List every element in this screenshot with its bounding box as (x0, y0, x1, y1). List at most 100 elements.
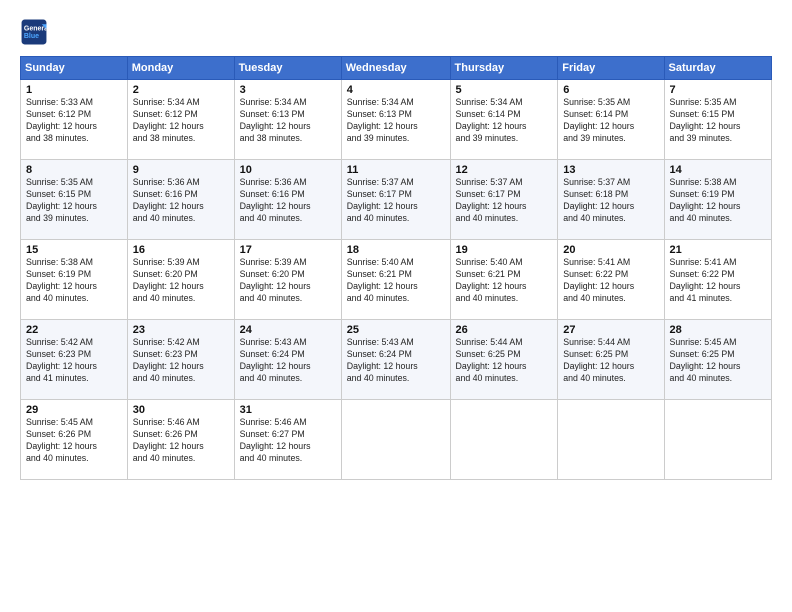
col-header-monday: Monday (127, 57, 234, 80)
day-info: Sunrise: 5:33 AM Sunset: 6:12 PM Dayligh… (26, 97, 123, 145)
day-number: 15 (26, 244, 123, 256)
calendar-week-2: 8Sunrise: 5:35 AM Sunset: 6:15 PM Daylig… (21, 160, 772, 240)
calendar-body: 1Sunrise: 5:33 AM Sunset: 6:12 PM Daylig… (21, 80, 772, 480)
col-header-wednesday: Wednesday (341, 57, 450, 80)
day-number: 11 (347, 164, 446, 176)
calendar-cell: 19Sunrise: 5:40 AM Sunset: 6:21 PM Dayli… (450, 240, 558, 320)
day-number: 1 (26, 84, 123, 96)
day-info: Sunrise: 5:41 AM Sunset: 6:22 PM Dayligh… (670, 257, 768, 305)
col-header-thursday: Thursday (450, 57, 558, 80)
day-number: 27 (563, 324, 659, 336)
calendar-table: SundayMondayTuesdayWednesdayThursdayFrid… (20, 56, 772, 480)
day-number: 24 (240, 324, 337, 336)
calendar-cell: 18Sunrise: 5:40 AM Sunset: 6:21 PM Dayli… (341, 240, 450, 320)
calendar-cell: 27Sunrise: 5:44 AM Sunset: 6:25 PM Dayli… (558, 320, 664, 400)
day-info: Sunrise: 5:42 AM Sunset: 6:23 PM Dayligh… (133, 337, 230, 385)
day-number: 14 (670, 164, 768, 176)
day-info: Sunrise: 5:46 AM Sunset: 6:27 PM Dayligh… (240, 417, 337, 465)
day-info: Sunrise: 5:41 AM Sunset: 6:22 PM Dayligh… (563, 257, 659, 305)
calendar-cell: 15Sunrise: 5:38 AM Sunset: 6:19 PM Dayli… (21, 240, 128, 320)
calendar-cell: 6Sunrise: 5:35 AM Sunset: 6:14 PM Daylig… (558, 80, 664, 160)
day-info: Sunrise: 5:35 AM Sunset: 6:15 PM Dayligh… (26, 177, 123, 225)
day-info: Sunrise: 5:39 AM Sunset: 6:20 PM Dayligh… (133, 257, 230, 305)
calendar-cell (558, 400, 664, 480)
day-number: 8 (26, 164, 123, 176)
day-number: 18 (347, 244, 446, 256)
day-number: 10 (240, 164, 337, 176)
svg-text:Blue: Blue (24, 33, 39, 40)
day-info: Sunrise: 5:37 AM Sunset: 6:17 PM Dayligh… (347, 177, 446, 225)
col-header-friday: Friday (558, 57, 664, 80)
calendar-cell: 16Sunrise: 5:39 AM Sunset: 6:20 PM Dayli… (127, 240, 234, 320)
calendar-week-3: 15Sunrise: 5:38 AM Sunset: 6:19 PM Dayli… (21, 240, 772, 320)
day-info: Sunrise: 5:44 AM Sunset: 6:25 PM Dayligh… (563, 337, 659, 385)
day-info: Sunrise: 5:34 AM Sunset: 6:12 PM Dayligh… (133, 97, 230, 145)
day-info: Sunrise: 5:35 AM Sunset: 6:15 PM Dayligh… (670, 97, 768, 145)
calendar-cell: 24Sunrise: 5:43 AM Sunset: 6:24 PM Dayli… (234, 320, 341, 400)
calendar-cell: 7Sunrise: 5:35 AM Sunset: 6:15 PM Daylig… (664, 80, 772, 160)
calendar-cell: 21Sunrise: 5:41 AM Sunset: 6:22 PM Dayli… (664, 240, 772, 320)
day-info: Sunrise: 5:39 AM Sunset: 6:20 PM Dayligh… (240, 257, 337, 305)
calendar-cell: 25Sunrise: 5:43 AM Sunset: 6:24 PM Dayli… (341, 320, 450, 400)
day-number: 3 (240, 84, 337, 96)
calendar-cell: 30Sunrise: 5:46 AM Sunset: 6:26 PM Dayli… (127, 400, 234, 480)
day-info: Sunrise: 5:37 AM Sunset: 6:18 PM Dayligh… (563, 177, 659, 225)
day-number: 2 (133, 84, 230, 96)
day-number: 4 (347, 84, 446, 96)
calendar-cell: 5Sunrise: 5:34 AM Sunset: 6:14 PM Daylig… (450, 80, 558, 160)
day-number: 22 (26, 324, 123, 336)
calendar-week-5: 29Sunrise: 5:45 AM Sunset: 6:26 PM Dayli… (21, 400, 772, 480)
day-info: Sunrise: 5:36 AM Sunset: 6:16 PM Dayligh… (240, 177, 337, 225)
day-info: Sunrise: 5:38 AM Sunset: 6:19 PM Dayligh… (670, 177, 768, 225)
calendar-cell: 20Sunrise: 5:41 AM Sunset: 6:22 PM Dayli… (558, 240, 664, 320)
day-number: 20 (563, 244, 659, 256)
header: General Blue (20, 18, 772, 46)
day-number: 31 (240, 404, 337, 416)
day-number: 29 (26, 404, 123, 416)
calendar-cell: 3Sunrise: 5:34 AM Sunset: 6:13 PM Daylig… (234, 80, 341, 160)
day-number: 5 (456, 84, 554, 96)
calendar-cell: 9Sunrise: 5:36 AM Sunset: 6:16 PM Daylig… (127, 160, 234, 240)
calendar-cell: 14Sunrise: 5:38 AM Sunset: 6:19 PM Dayli… (664, 160, 772, 240)
calendar-cell (450, 400, 558, 480)
day-number: 26 (456, 324, 554, 336)
calendar-cell (341, 400, 450, 480)
day-info: Sunrise: 5:37 AM Sunset: 6:17 PM Dayligh… (456, 177, 554, 225)
day-number: 30 (133, 404, 230, 416)
day-number: 17 (240, 244, 337, 256)
calendar-cell: 8Sunrise: 5:35 AM Sunset: 6:15 PM Daylig… (21, 160, 128, 240)
calendar-cell (664, 400, 772, 480)
day-info: Sunrise: 5:40 AM Sunset: 6:21 PM Dayligh… (347, 257, 446, 305)
day-number: 28 (670, 324, 768, 336)
day-number: 21 (670, 244, 768, 256)
calendar-cell: 26Sunrise: 5:44 AM Sunset: 6:25 PM Dayli… (450, 320, 558, 400)
calendar-cell: 2Sunrise: 5:34 AM Sunset: 6:12 PM Daylig… (127, 80, 234, 160)
day-info: Sunrise: 5:38 AM Sunset: 6:19 PM Dayligh… (26, 257, 123, 305)
day-number: 9 (133, 164, 230, 176)
calendar-cell: 28Sunrise: 5:45 AM Sunset: 6:25 PM Dayli… (664, 320, 772, 400)
day-info: Sunrise: 5:46 AM Sunset: 6:26 PM Dayligh… (133, 417, 230, 465)
calendar-week-4: 22 Sunrise: 5:42 AM Sunset: 6:23 PM Dayli… (21, 320, 772, 400)
calendar-cell: 10Sunrise: 5:36 AM Sunset: 6:16 PM Dayli… (234, 160, 341, 240)
day-info: Sunrise: 5:43 AM Sunset: 6:24 PM Dayligh… (240, 337, 337, 385)
calendar-header-row: SundayMondayTuesdayWednesdayThursdayFrid… (21, 57, 772, 80)
calendar-cell: 11Sunrise: 5:37 AM Sunset: 6:17 PM Dayli… (341, 160, 450, 240)
calendar-cell: 1Sunrise: 5:33 AM Sunset: 6:12 PM Daylig… (21, 80, 128, 160)
day-number: 25 (347, 324, 446, 336)
day-info: Sunrise: 5:40 AM Sunset: 6:21 PM Dayligh… (456, 257, 554, 305)
day-info: Sunrise: 5:43 AM Sunset: 6:24 PM Dayligh… (347, 337, 446, 385)
page: General Blue SundayMondayTuesdayWednesda… (0, 0, 792, 612)
day-number: 12 (456, 164, 554, 176)
logo-icon: General Blue (20, 18, 48, 46)
day-info: Sunrise: 5:45 AM Sunset: 6:26 PM Dayligh… (26, 417, 123, 465)
calendar-cell: 22Sunrise: 5:42 AM Sunset: 6:23 PM Dayli… (21, 320, 128, 400)
logo: General Blue (20, 18, 52, 46)
day-info: Sunrise: 5:34 AM Sunset: 6:13 PM Dayligh… (347, 97, 446, 145)
calendar-cell: 31Sunrise: 5:46 AM Sunset: 6:27 PM Dayli… (234, 400, 341, 480)
day-number: 23 (133, 324, 230, 336)
calendar-week-1: 1Sunrise: 5:33 AM Sunset: 6:12 PM Daylig… (21, 80, 772, 160)
day-number: 16 (133, 244, 230, 256)
calendar-cell: 29Sunrise: 5:45 AM Sunset: 6:26 PM Dayli… (21, 400, 128, 480)
calendar-header: SundayMondayTuesdayWednesdayThursdayFrid… (21, 57, 772, 80)
day-info: Sunrise: 5:35 AM Sunset: 6:14 PM Dayligh… (563, 97, 659, 145)
